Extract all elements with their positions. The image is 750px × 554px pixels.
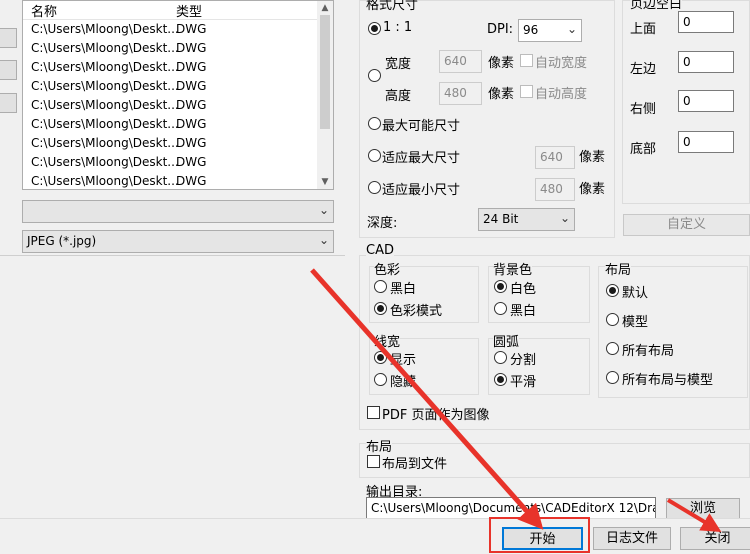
annotation-arrows xyxy=(310,268,722,533)
arrow-to-start-icon xyxy=(310,268,544,530)
arrow-to-close-icon xyxy=(666,498,722,533)
